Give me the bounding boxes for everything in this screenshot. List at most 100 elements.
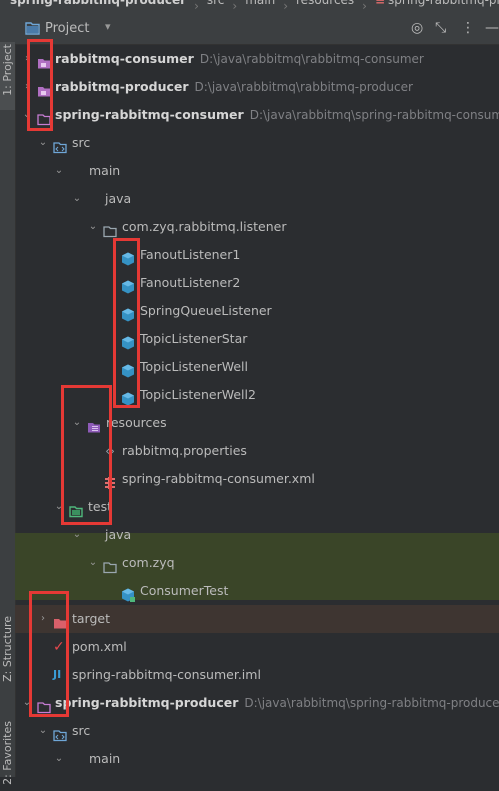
tree-row-label: rabbitmq-producer bbox=[55, 79, 189, 94]
tree-row-target[interactable]: › target bbox=[15, 605, 499, 633]
tree-row-src[interactable]: ⌄ src bbox=[15, 717, 499, 745]
tree-row-spring-rabbitmq-consumer[interactable]: ⌄ spring-rabbitmq-consumer D:\java\rabbit… bbox=[15, 101, 499, 129]
chevron-down-icon[interactable]: ⌄ bbox=[53, 493, 65, 521]
module-path: D:\java\rabbitmq\spring-rabbitmq-consume… bbox=[249, 108, 499, 122]
tree-row-label: FanoutListener1 bbox=[140, 247, 241, 262]
tree-row-test-class[interactable]: ConsumerTest bbox=[15, 577, 499, 605]
chevron-down-icon[interactable]: ⌄ bbox=[71, 185, 83, 213]
class-icon bbox=[121, 332, 135, 350]
tree-row-xml-file[interactable]: spring-rabbitmq-consumer.xml bbox=[15, 465, 499, 493]
tab-structure-label: Z: Structure bbox=[1, 616, 14, 682]
tree-row-label: spring-rabbitmq-producer bbox=[55, 695, 239, 710]
tree-row-class[interactable]: FanoutListener2 bbox=[15, 269, 499, 297]
chevron-right-icon[interactable]: › bbox=[37, 605, 49, 633]
module-path: D:\java\rabbitmq\rabbitmq-producer bbox=[194, 80, 413, 94]
chevron-down-icon[interactable]: ⌄ bbox=[53, 745, 65, 773]
tree-row-label: resources bbox=[106, 415, 167, 430]
tree-row-label: java bbox=[105, 191, 132, 206]
breadcrumb-item-project[interactable]: spring-rabbitmq-producer bbox=[10, 0, 186, 6]
breadcrumb-item-resources[interactable]: resources bbox=[296, 0, 354, 6]
module-path: D:\java\rabbitmq\spring-rabbitmq-produce… bbox=[244, 696, 499, 710]
tree-row-label: src bbox=[72, 723, 91, 738]
tree-row-class[interactable]: TopicListenerStar bbox=[15, 325, 499, 353]
tree-row-label: src bbox=[72, 135, 91, 150]
module-path: D:\java\rabbitmq\rabbitmq-consumer bbox=[199, 52, 424, 66]
tab-favorites-label: 2: Favorites bbox=[1, 721, 14, 785]
project-tree: › rabbitmq-consumer D:\java\rabbitmq\rabb… bbox=[15, 45, 499, 777]
tree-row-iml[interactable]: JI spring-rabbitmq-consumer.iml bbox=[15, 661, 499, 689]
chevron-down-icon[interactable]: ⌄ bbox=[71, 521, 83, 549]
tree-row-package-zyq[interactable]: ⌄ com.zyq bbox=[15, 549, 499, 577]
module-folder-icon bbox=[37, 80, 51, 97]
tree-row-class[interactable]: TopicListenerWell bbox=[15, 353, 499, 381]
chevron-down-icon[interactable]: ▾ bbox=[105, 20, 111, 33]
breadcrumb-item-main[interactable]: main bbox=[245, 0, 275, 6]
chevron-down-icon[interactable]: ⌄ bbox=[53, 157, 65, 185]
tree-row-label: pom.xml bbox=[72, 639, 127, 654]
tree-row-resources[interactable]: ⌄ resources bbox=[15, 409, 499, 437]
tree-row-label: spring-rabbitmq-consumer.iml bbox=[72, 667, 261, 682]
tree-row-label: FanoutListener2 bbox=[140, 275, 241, 290]
tree-row-main[interactable]: ⌄ main bbox=[15, 745, 499, 773]
class-icon bbox=[121, 388, 135, 406]
chevron-down-icon[interactable]: ⌄ bbox=[87, 213, 99, 241]
tree-row-class[interactable]: SpringQueueListener bbox=[15, 297, 499, 325]
module-folder-icon bbox=[37, 696, 51, 714]
tree-row-src[interactable]: ⌄ src bbox=[15, 129, 499, 157]
hide-icon[interactable]: — bbox=[485, 20, 499, 36]
tree-row-class[interactable]: TopicListenerWell2 bbox=[15, 381, 499, 409]
chevron-down-icon[interactable]: ⌄ bbox=[21, 689, 33, 717]
tree-row-class[interactable]: FanoutListener1 bbox=[15, 241, 499, 269]
tree-row-java[interactable]: ⌄ java bbox=[15, 521, 499, 549]
source-folder-icon bbox=[53, 136, 67, 154]
tree-row-spring-rabbitmq-producer[interactable]: ⌄ spring-rabbitmq-producer D:\java\rabbit… bbox=[15, 689, 499, 717]
class-icon bbox=[121, 360, 135, 378]
tab-favorites[interactable]: 2: Favorites bbox=[0, 719, 15, 791]
tree-row-label: TopicListenerWell bbox=[140, 359, 248, 374]
more-icon[interactable]: ⋮ bbox=[461, 20, 475, 36]
tab-structure[interactable]: Z: Structure bbox=[0, 614, 15, 704]
breadcrumb-item-file[interactable]: spring-rabbitmq-produ bbox=[388, 0, 499, 6]
class-icon bbox=[121, 304, 135, 322]
target-icon[interactable]: ◎ bbox=[411, 20, 423, 36]
tree-row-label: TopicListenerWell2 bbox=[140, 387, 256, 402]
tree-row-label: ConsumerTest bbox=[140, 583, 229, 598]
chevron-down-icon[interactable]: ⌄ bbox=[37, 129, 49, 157]
test-class-icon bbox=[121, 584, 135, 602]
tree-row-package-listener[interactable]: ⌄ com.zyq.rabbitmq.listener bbox=[15, 213, 499, 241]
chevron-down-icon[interactable]: ⌄ bbox=[21, 101, 33, 129]
tree-row-label: rabbitmq-consumer bbox=[55, 51, 194, 66]
class-icon bbox=[121, 248, 135, 266]
tree-row-test[interactable]: ⌄ test bbox=[15, 493, 499, 521]
collapse-icon[interactable]: ⤡ bbox=[435, 20, 446, 36]
tree-row-java[interactable]: ⌄ java bbox=[15, 185, 499, 213]
project-panel-header: Project ▾ ◎ ⤡ ⋮ — bbox=[15, 14, 499, 45]
module-folder-icon bbox=[37, 52, 51, 69]
tree-row-rabbitmq-consumer[interactable]: › rabbitmq-consumer D:\java\rabbitmq\rabb… bbox=[15, 45, 499, 73]
tree-row-label: com.zyq bbox=[122, 555, 175, 570]
tree-row-label: TopicListenerStar bbox=[140, 331, 248, 346]
tree-row-pom[interactable]: ✓ pom.xml bbox=[15, 633, 499, 661]
tree-row-main[interactable]: ⌄ main bbox=[15, 157, 499, 185]
chevron-down-icon[interactable]: ⌄ bbox=[37, 717, 49, 745]
tab-project[interactable]: 1: Project bbox=[0, 42, 15, 110]
tab-project-label: 1: Project bbox=[1, 44, 14, 96]
tree-row-label: main bbox=[89, 751, 121, 766]
tool-window-strip: 1: Project Z: Structure 2: Favorites bbox=[0, 14, 16, 785]
chevron-right-icon[interactable]: › bbox=[21, 73, 33, 101]
chevron-down-icon[interactable]: ⌄ bbox=[87, 549, 99, 577]
xml-icon bbox=[103, 472, 117, 489]
breadcrumb-item-src[interactable]: src bbox=[207, 0, 225, 6]
test-folder-icon bbox=[69, 500, 83, 518]
tree-row-properties-file[interactable]: ‹› rabbitmq.properties bbox=[15, 437, 499, 465]
tree-row-label: java bbox=[105, 527, 132, 542]
chevron-down-icon[interactable]: ⌄ bbox=[71, 409, 83, 437]
tree-row-rabbitmq-producer[interactable]: › rabbitmq-producer D:\java\rabbitmq\rabb… bbox=[15, 73, 499, 101]
tree-row-label: spring-rabbitmq-consumer bbox=[55, 107, 244, 122]
project-view-selector[interactable]: Project bbox=[45, 21, 89, 36]
properties-icon: ‹› bbox=[105, 444, 115, 458]
module-folder-icon bbox=[37, 108, 51, 126]
chevron-right-icon[interactable]: › bbox=[21, 45, 33, 73]
tree-row-label: main bbox=[89, 163, 121, 178]
xml-file-icon: ≡ bbox=[374, 0, 386, 7]
